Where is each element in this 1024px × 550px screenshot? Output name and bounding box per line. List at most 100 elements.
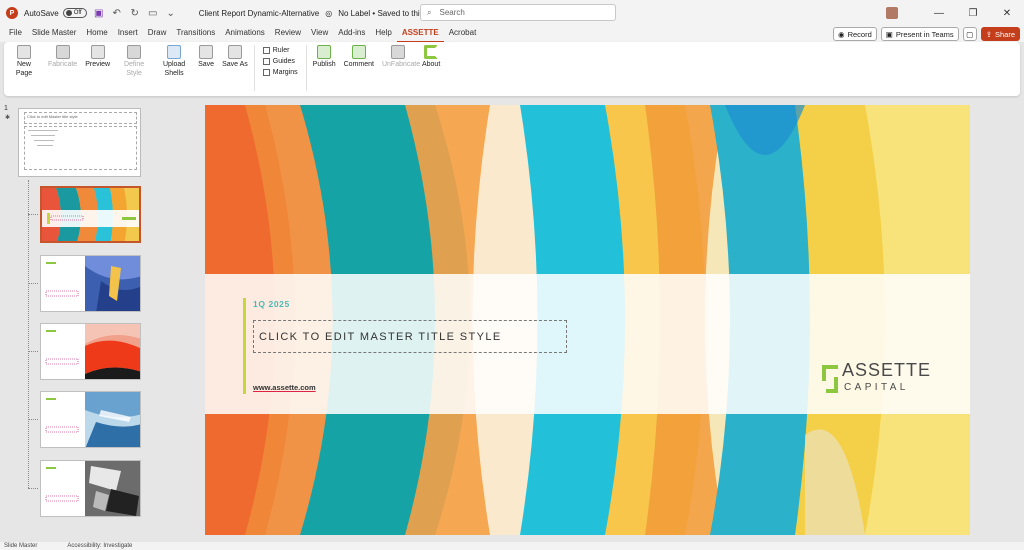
bw-layout-preview (41, 461, 140, 516)
status-bar: Slide Master Accessibility: Investigate (0, 542, 1024, 550)
tab-review[interactable]: Review (270, 25, 306, 43)
brand-subtitle: CAPITAL (844, 382, 909, 393)
tab-insert[interactable]: Insert (113, 25, 143, 43)
tab-draw[interactable]: Draw (143, 25, 172, 43)
about-button[interactable]: About (418, 45, 444, 70)
publish-button[interactable]: Publish (309, 45, 340, 70)
layout-thumbnail-title[interactable] (40, 186, 141, 243)
blue-layout-preview (41, 256, 140, 311)
tab-help[interactable]: Help (370, 25, 396, 43)
layout-thumbnail-blue[interactable] (40, 255, 141, 312)
share-label: Share (994, 29, 1015, 39)
unfabricate-button[interactable]: UnFabricate (378, 45, 421, 70)
tab-transitions[interactable]: Transitions (171, 25, 220, 43)
master-body-placeholder (24, 126, 137, 170)
tab-file[interactable]: File (4, 25, 27, 43)
lightblue-layout-preview (41, 392, 140, 447)
teams-icon: ▣ (885, 29, 893, 39)
upload-shells-button[interactable]: Upload Shells (154, 45, 194, 78)
checkbox-icon[interactable] (262, 58, 270, 65)
new-page-icon (17, 45, 31, 59)
layout-thumbnail-red[interactable] (40, 323, 141, 380)
checkbox-icon[interactable] (262, 47, 270, 54)
layout-thumbnail-lightblue[interactable] (40, 391, 141, 448)
ribbon-button-label: Upload Shells (163, 61, 186, 77)
comment-icon (351, 45, 366, 59)
comment-button[interactable]: Comment (340, 45, 378, 70)
accessibility-status[interactable]: Accessibility: Investigate (67, 542, 132, 550)
tab-acrobat[interactable]: Acrobat (444, 25, 482, 43)
quarter-label[interactable]: 1Q 2025 (253, 299, 290, 309)
guides-checkbox[interactable]: Guides (262, 58, 298, 65)
ribbon-button-label: Save As (222, 61, 248, 68)
autosave-control[interactable]: AutoSave Off (24, 8, 87, 18)
layout-thumbnail-bw[interactable] (40, 460, 141, 517)
upload-icon (167, 45, 182, 59)
powerpoint-logo-icon: P (6, 7, 18, 19)
thumbnail-pane[interactable]: 1 ✱ Click to edit Master title style (0, 100, 152, 542)
title-slide-layout[interactable]: 1Q 2025 CLICK TO EDIT MASTER TITLE STYLE… (205, 105, 970, 535)
present-in-teams-button[interactable]: ▣ Present in Teams (880, 27, 959, 41)
tab-slide-master[interactable]: Slide Master (27, 25, 81, 43)
title-placeholder-text: CLICK TO EDIT MASTER TITLE STYLE (259, 330, 502, 343)
ribbon-separator (305, 45, 307, 91)
restore-icon[interactable]: ❐ (956, 8, 990, 19)
tab-assette[interactable]: ASSETTE (396, 25, 444, 43)
redo-icon[interactable]: ↻ (129, 8, 141, 19)
tab-add-ins[interactable]: Add-ins (333, 25, 370, 43)
start-from-beginning-icon[interactable]: ▭ (147, 8, 159, 19)
brand-name: ASSETTE (842, 360, 932, 380)
new-page-button[interactable]: New Page (4, 45, 44, 78)
ribbon-button-label: UnFabricate (381, 61, 421, 68)
save-as-button[interactable]: Save As (218, 45, 252, 78)
view-options: Ruler Guides Margins (257, 45, 304, 78)
assette-capital-logo: ASSETTE CAPITAL (820, 360, 950, 400)
master-title-placeholder[interactable]: CLICK TO EDIT MASTER TITLE STYLE (253, 320, 567, 353)
checkbox-label: Ruler (272, 47, 290, 54)
red-layout-preview (41, 324, 140, 379)
close-icon[interactable]: ✕ (990, 8, 1024, 19)
avatar[interactable] (886, 7, 898, 19)
minimize-icon[interactable]: — (922, 8, 956, 19)
ribbon-button-label: Save (198, 61, 215, 68)
master-title-placeholder: Click to edit Master title style (24, 112, 137, 124)
publish-icon (317, 45, 332, 59)
ruler-checkbox[interactable]: Ruler (262, 47, 298, 54)
undo-icon[interactable]: ↶ (111, 8, 123, 19)
save-icon (199, 45, 214, 59)
search-input[interactable]: ⌕ Search (420, 4, 616, 21)
define-style-icon (127, 45, 142, 59)
ribbon-button-label: Comment (343, 61, 374, 68)
checkbox-icon[interactable] (262, 69, 270, 76)
tab-home[interactable]: Home (81, 25, 112, 43)
customize-toolbar-icon[interactable]: ⌄ (165, 8, 177, 19)
ribbon-button-label: Preview (85, 61, 111, 68)
tab-animations[interactable]: Animations (220, 25, 270, 43)
autosave-state: Off (73, 10, 82, 16)
preview-button[interactable]: Preview (81, 45, 114, 78)
margins-checkbox[interactable]: Margins (262, 69, 298, 76)
tab-view[interactable]: View (306, 25, 333, 43)
save-button[interactable]: Save (194, 45, 218, 78)
document-title[interactable]: Client Report Dynamic-Alternative (199, 9, 320, 18)
unfabricate-icon (390, 45, 405, 59)
ribbon-button-label: Publish (312, 61, 336, 68)
master-slide-thumbnail[interactable]: Click to edit Master title style (18, 108, 141, 177)
shield-icon: ◎ (325, 8, 333, 18)
ribbon-button-label: Fabricate (48, 61, 78, 68)
comments-icon[interactable]: ▢ (962, 27, 977, 41)
record-button[interactable]: ◉ Record (833, 27, 877, 41)
fabricate-button[interactable]: Fabricate (44, 45, 81, 78)
website-url[interactable]: www.assette.com (253, 383, 316, 392)
present-label: Present in Teams (895, 29, 954, 39)
ribbon-button-label: New Page (15, 61, 33, 77)
define-style-button[interactable]: Define Style (114, 45, 154, 78)
share-button[interactable]: ⇪ Share (980, 27, 1020, 41)
ribbon-separator (253, 45, 255, 91)
fabricate-icon (55, 45, 70, 59)
save-icon[interactable]: ▣ (93, 8, 105, 19)
autosave-toggle[interactable]: Off (62, 8, 87, 18)
search-icon: ⌕ (427, 7, 432, 17)
search-placeholder: Search (439, 8, 465, 17)
star-icon: ✱ (5, 115, 11, 121)
